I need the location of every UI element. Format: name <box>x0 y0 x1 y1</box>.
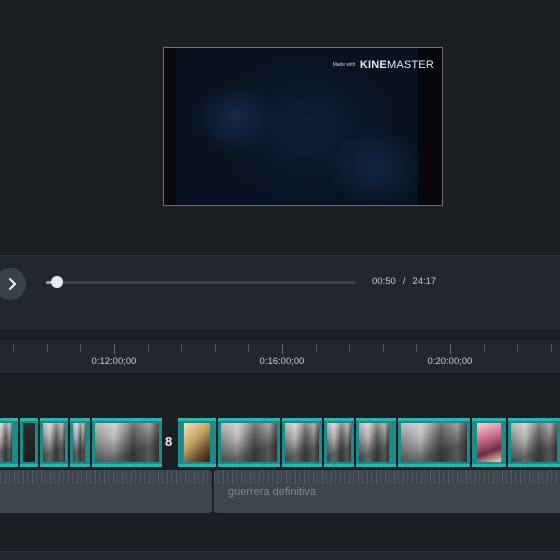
audio-waveform <box>214 470 560 484</box>
ruler-tick <box>484 344 485 352</box>
ruler-tick <box>215 344 216 352</box>
audio-track: guerrera definitiva <box>0 470 560 513</box>
current-time: 00:50 <box>372 276 396 287</box>
video-clip[interactable] <box>282 418 322 467</box>
ruler-time-label: 0:20:00;00 <box>427 356 473 367</box>
video-clip[interactable] <box>398 418 470 467</box>
video-clip[interactable] <box>178 418 216 467</box>
clip-thumbnail <box>73 423 85 462</box>
clip-thumbnail <box>0 423 12 462</box>
video-preview[interactable]: Made with KINEMASTER <box>163 47 443 206</box>
audio-clip[interactable]: guerrera definitiva <box>214 470 560 513</box>
time-readout: 00:50 / 24:17 <box>372 276 436 287</box>
timeline-gap <box>0 330 560 340</box>
timeline-ruler[interactable]: 0:12:00;00 0:16:00;00 0:20:00;00 <box>0 340 560 372</box>
clip-thumbnail <box>327 423 351 462</box>
preview-panel: Made with KINEMASTER <box>0 0 560 256</box>
chevron-right-icon <box>8 278 17 290</box>
ruler-major-tick <box>282 344 283 354</box>
seek-bar[interactable] <box>46 276 356 288</box>
ruler-tick <box>316 344 317 352</box>
clip-thumbnail <box>184 423 210 462</box>
video-clip[interactable] <box>0 418 18 467</box>
clip-number-label: 8 <box>165 434 173 449</box>
clip-thumbnail <box>401 423 467 462</box>
video-clip[interactable] <box>40 418 68 467</box>
total-time: 24:17 <box>412 276 437 287</box>
clip-thumbnail <box>285 423 319 462</box>
video-clip[interactable] <box>218 418 280 467</box>
ruler-tick <box>416 344 417 352</box>
ruler-tick <box>349 344 350 352</box>
clip-thumbnail <box>95 423 159 462</box>
clip-thumbnail <box>359 423 389 462</box>
clip-thumbnail <box>477 423 501 462</box>
video-clip[interactable] <box>20 418 38 467</box>
ruler-major-tick <box>450 344 451 354</box>
video-track: 8 <box>0 418 560 467</box>
clip-thumbnail <box>23 423 35 462</box>
ruler-tick <box>517 344 518 352</box>
clip-thumbnail <box>221 423 277 462</box>
timeline-tracks: 8 guerrera definitiva <box>0 373 560 560</box>
video-clip[interactable] <box>324 418 354 467</box>
ruler-tick <box>148 344 149 352</box>
audio-clip[interactable] <box>0 470 212 513</box>
watermark-made-with: Made with <box>332 61 356 68</box>
video-clip[interactable] <box>70 418 90 467</box>
video-clip[interactable] <box>508 418 560 467</box>
clip-thumbnail <box>511 423 557 462</box>
ruler-tick <box>181 344 182 352</box>
ruler-tick <box>47 344 48 352</box>
video-clip[interactable] <box>356 418 396 467</box>
video-clip[interactable] <box>92 418 162 467</box>
letterbox-left <box>164 48 176 205</box>
watermark-brand-bold: KINE <box>359 58 387 71</box>
play-button[interactable] <box>0 268 26 300</box>
ruler-tick <box>248 344 249 352</box>
ruler-tick <box>551 344 552 352</box>
clip-thumbnail <box>43 423 65 462</box>
time-separator: / <box>402 276 406 287</box>
watermark-brand-light: MASTER <box>386 58 434 71</box>
ruler-tick <box>80 344 81 352</box>
seek-handle[interactable] <box>50 276 63 288</box>
ruler-tick <box>13 344 14 352</box>
ruler-time-label: 0:12:00;00 <box>91 356 137 367</box>
watermark-brand: KINEMASTER <box>360 59 434 71</box>
audio-clip-title: guerrera definitiva <box>228 486 317 498</box>
video-clip[interactable] <box>472 418 506 467</box>
timeline-bottom-bar <box>0 551 560 560</box>
ruler-major-tick <box>114 344 115 354</box>
ruler-time-label: 0:16:00;00 <box>259 356 305 367</box>
kinemaster-watermark: Made with KINEMASTER <box>333 56 434 74</box>
player-controls: 00:50 / 24:17 <box>0 256 560 330</box>
audio-waveform <box>0 470 212 484</box>
ruler-tick <box>383 344 384 352</box>
